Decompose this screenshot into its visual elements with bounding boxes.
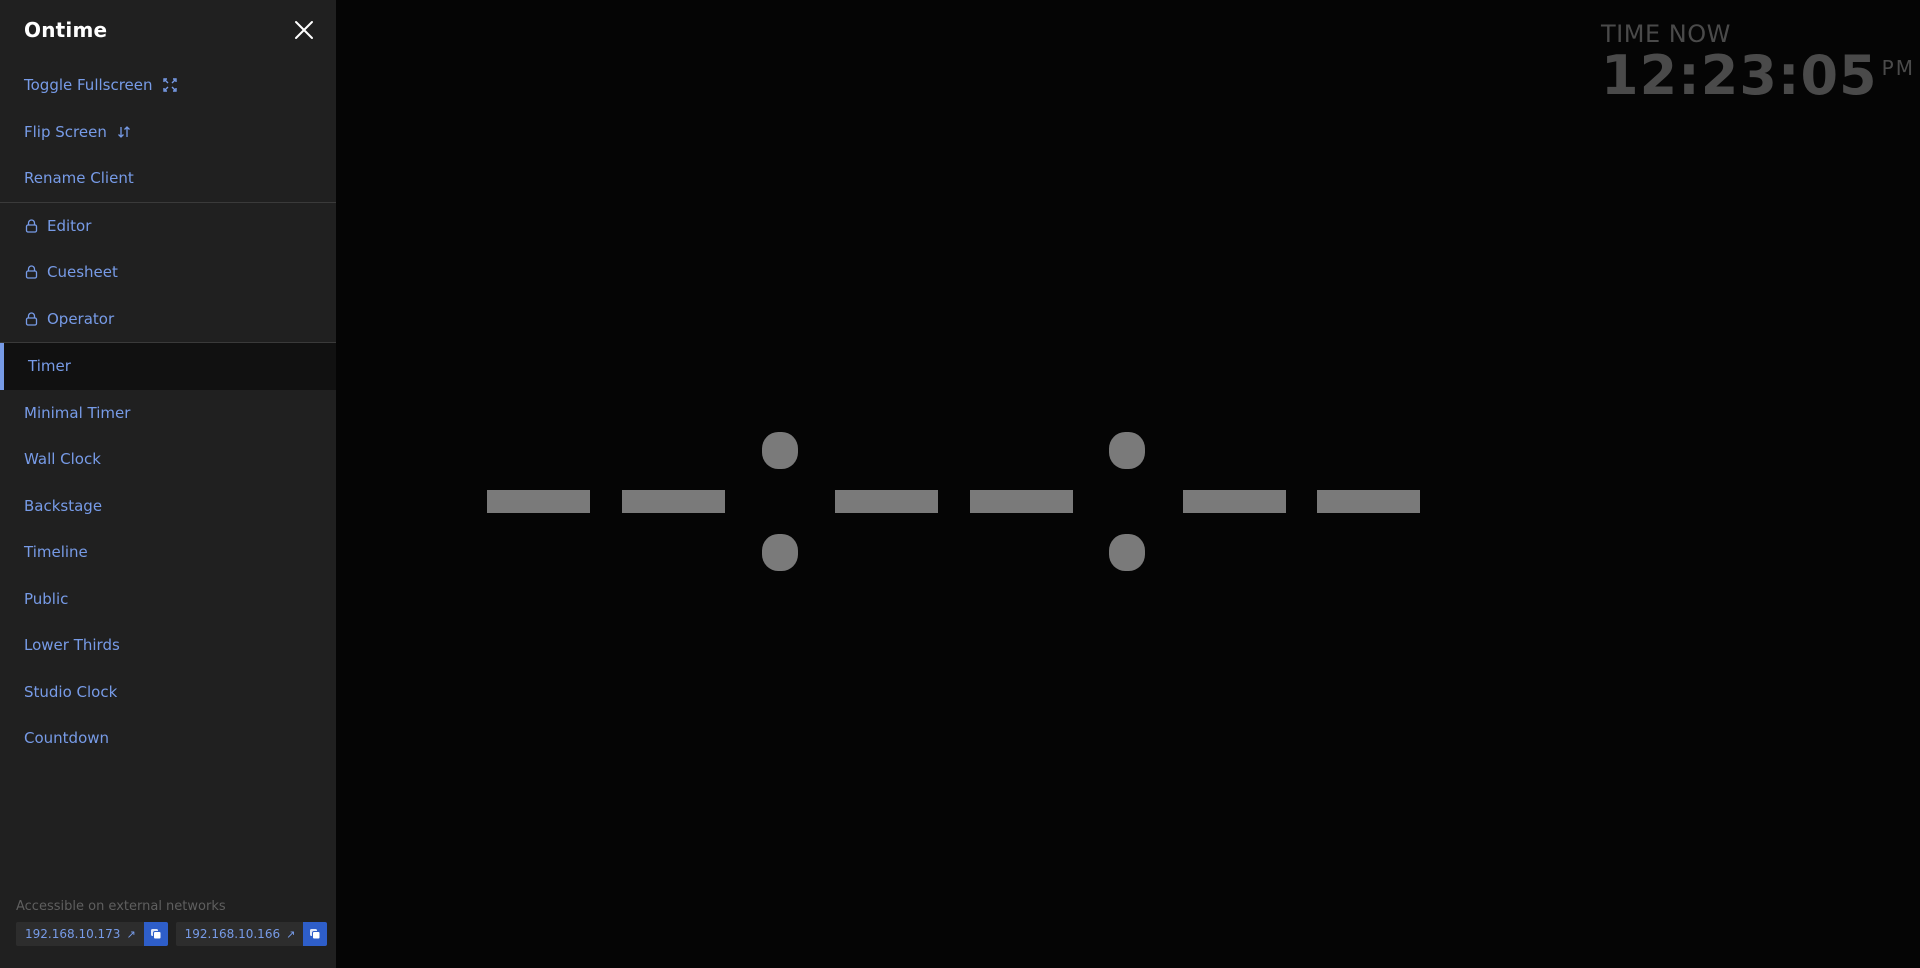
lock-icon — [25, 265, 38, 279]
sidebar-item-timer[interactable]: Timer — [0, 343, 336, 390]
network-info-label: Accessible on external networks — [16, 899, 226, 914]
sidebar-item-studio-clock[interactable]: Studio Clock — [0, 669, 336, 716]
sidebar-item-lower-thirds[interactable]: Lower Thirds — [0, 622, 336, 669]
sidebar-views: Timer Minimal Timer Wall Clock Backstage… — [0, 343, 336, 762]
sidebar-item-label: Minimal Timer — [24, 403, 131, 422]
copy-icon — [150, 929, 162, 940]
ip-address-text: 192.168.10.166 — [184, 927, 281, 941]
external-link-icon: ↗ — [126, 927, 136, 941]
timer-colon-dot — [1109, 432, 1145, 469]
external-link-icon: ↗ — [286, 927, 296, 941]
sidebar-item-minimal-timer[interactable]: Minimal Timer — [0, 390, 336, 437]
lock-icon — [25, 312, 38, 326]
ip-address-chip: 192.168.10.166 ↗ — [175, 922, 328, 946]
sidebar-item-cuesheet[interactable]: Cuesheet — [0, 249, 336, 296]
timer-seconds-digit-placeholder — [1183, 490, 1286, 513]
sidebar-item-editor[interactable]: Editor — [0, 203, 336, 250]
sidebar-item-operator[interactable]: Operator — [0, 296, 336, 343]
sidebar-item-label: Timer — [28, 357, 71, 376]
sidebar-item-public[interactable]: Public — [0, 576, 336, 623]
app-title: Ontime — [24, 18, 108, 42]
copy-ip-button[interactable] — [303, 922, 328, 946]
ip-address-chip: 192.168.10.173 ↗ — [16, 922, 168, 946]
time-now-display: 12:23:05 PM — [1601, 46, 1915, 106]
timer-hours-digit-placeholder — [622, 490, 725, 513]
sidebar-item-wall-clock[interactable]: Wall Clock — [0, 436, 336, 483]
sidebar-item-label: Editor — [47, 216, 92, 235]
sidebar-item-label: Operator — [47, 309, 115, 328]
network-info: Accessible on external networks 192.168.… — [16, 899, 328, 946]
ip-address-link[interactable]: 192.168.10.166 ↗ — [175, 922, 304, 946]
ip-address-link[interactable]: 192.168.10.173 ↗ — [16, 922, 144, 946]
close-button[interactable] — [290, 16, 318, 44]
sidebar-item-label: Public — [24, 589, 69, 608]
copy-ip-button[interactable] — [143, 922, 168, 946]
toggle-fullscreen-label: Toggle Fullscreen — [24, 76, 153, 95]
sidebar-locked-views: Editor Cuesheet Operator — [0, 203, 336, 343]
rename-client-label: Rename Client — [24, 169, 134, 188]
ip-address-text: 192.168.10.173 — [25, 927, 121, 941]
sidebar-item-label: Wall Clock — [24, 450, 101, 469]
ip-address-list: 192.168.10.173 ↗ 192.168.10.166 ↗ — [16, 922, 328, 946]
fullscreen-icon — [162, 78, 177, 92]
flip-icon — [117, 125, 131, 139]
close-icon — [295, 21, 313, 39]
timer-seconds-digit-placeholder — [1317, 490, 1420, 513]
time-now-ampm: PM — [1881, 56, 1915, 80]
timer-colon-dot — [1109, 534, 1145, 571]
sidebar-item-countdown[interactable]: Countdown — [0, 715, 336, 762]
flip-screen-button[interactable]: Flip Screen — [0, 109, 336, 156]
lock-icon — [25, 219, 38, 233]
flip-screen-label: Flip Screen — [24, 122, 107, 141]
sidebar-item-timeline[interactable]: Timeline — [0, 529, 336, 576]
main-timer-display — [487, 430, 1421, 571]
app-root: Ontime Toggle Fullscreen Flip Screen Ren… — [0, 0, 1920, 968]
sidebar-header: Ontime — [0, 0, 336, 62]
navigation-sidebar: Ontime Toggle Fullscreen Flip Screen Ren… — [0, 0, 336, 968]
sidebar-item-label: Backstage — [24, 496, 103, 515]
sidebar-item-label: Cuesheet — [47, 263, 118, 282]
sidebar-item-backstage[interactable]: Backstage — [0, 483, 336, 530]
timer-minutes-digit-placeholder — [835, 490, 938, 513]
sidebar-item-label: Studio Clock — [24, 682, 118, 701]
copy-icon — [310, 929, 321, 940]
sidebar-item-label: Countdown — [24, 729, 110, 748]
timer-colon-dot — [762, 534, 798, 571]
rename-client-button[interactable]: Rename Client — [0, 155, 336, 202]
toggle-fullscreen-button[interactable]: Toggle Fullscreen — [0, 62, 336, 109]
sidebar-item-label: Lower Thirds — [24, 636, 120, 655]
timer-colon-dot — [762, 432, 798, 469]
sidebar-actions: Toggle Fullscreen Flip Screen Rename Cli… — [0, 62, 336, 203]
time-now-value: 12:23:05 — [1601, 44, 1878, 107]
time-now-clock: TIME NOW 12:23:05 PM — [1601, 20, 1915, 106]
timer-minutes-digit-placeholder — [970, 490, 1073, 513]
sidebar-item-label: Timeline — [24, 543, 88, 562]
timer-hours-digit-placeholder — [487, 490, 590, 513]
